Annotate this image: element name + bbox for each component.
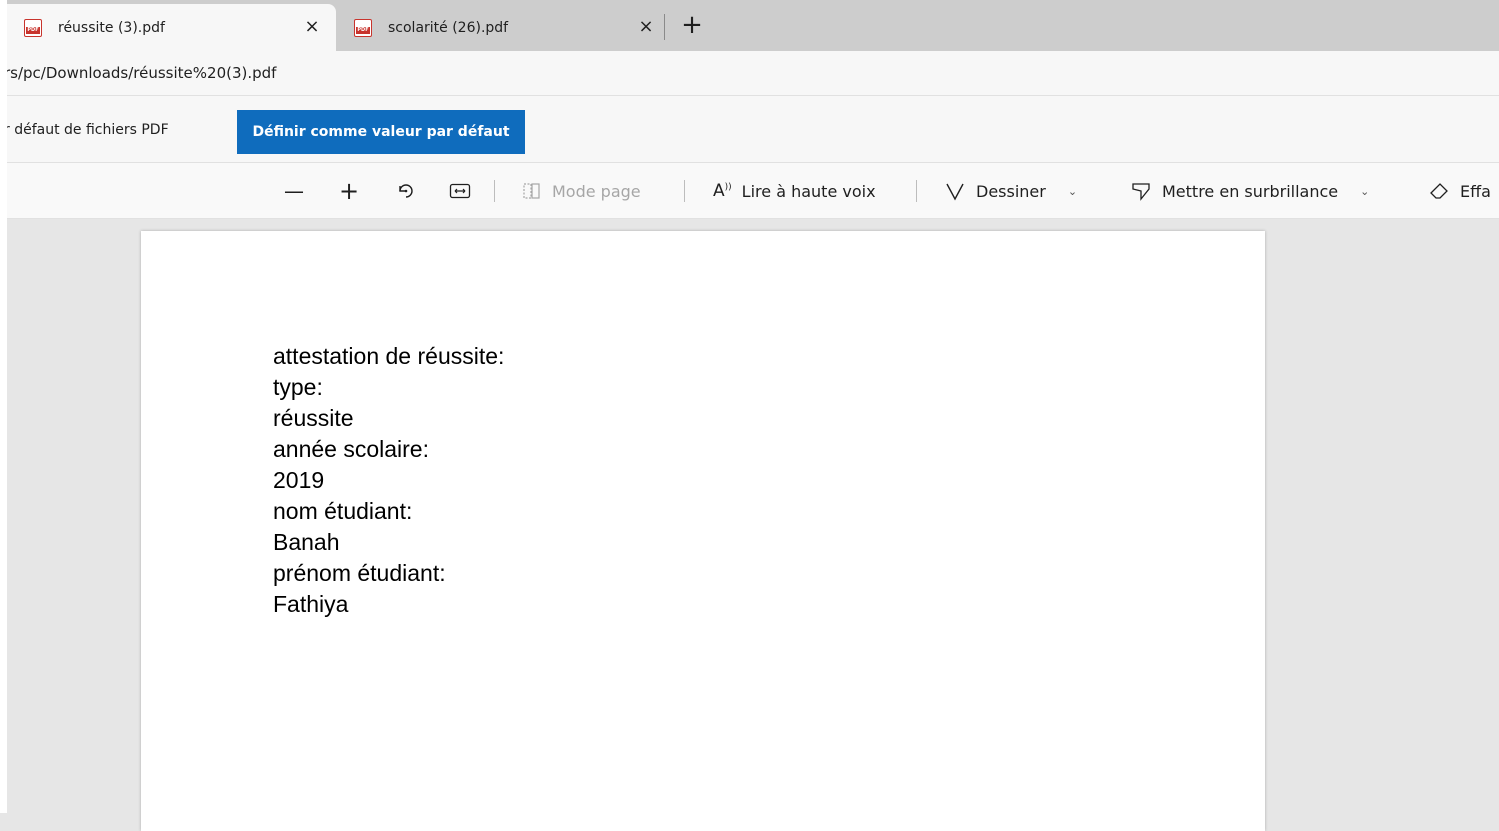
default-pdf-infobar: r défaut de fichiers PDF Définir comme v… [0, 96, 1499, 163]
page-mode-button[interactable]: Mode page [522, 163, 641, 219]
minus-icon: — [284, 179, 304, 203]
read-aloud-icon: A)) [713, 181, 732, 201]
infobar-message: r défaut de fichiers PDF [4, 122, 169, 138]
pdf-page: attestation de réussite: type: réussite … [141, 231, 1265, 831]
doc-line: année scolaire: [273, 436, 429, 462]
chevron-down-icon[interactable]: ⌄ [1068, 185, 1077, 198]
read-aloud-button[interactable]: A)) Lire à haute voix [713, 163, 876, 219]
rotate-button[interactable] [396, 163, 416, 219]
read-aloud-label: Lire à haute voix [741, 181, 876, 201]
set-default-button[interactable]: Définir comme valeur par défaut [237, 110, 525, 154]
doc-line: Banah [273, 529, 340, 555]
doc-line: nom étudiant: [273, 498, 413, 524]
close-icon[interactable]: × [302, 16, 322, 37]
doc-line: prénom étudiant: [273, 560, 446, 586]
doc-line: réussite [273, 405, 354, 431]
page-mode-icon [523, 183, 540, 199]
doc-line: 2019 [273, 467, 325, 493]
doc-line: type: [273, 374, 323, 400]
doc-line-heading: attestation de réussite: [273, 343, 505, 369]
erase-label: Effa [1460, 181, 1491, 201]
zoom-in-button[interactable]: + [339, 163, 359, 219]
eraser-icon [1430, 183, 1448, 199]
tab-scolarite[interactable]: scolarité (26).pdf × [340, 4, 670, 51]
tab-divider [664, 14, 665, 40]
zoom-out-button[interactable]: — [284, 163, 304, 219]
page-mode-label: Mode page [552, 181, 641, 201]
toolbar-divider [916, 163, 917, 219]
doc-line: Fathiya [273, 591, 349, 617]
close-icon[interactable]: × [636, 16, 656, 37]
toolbar-divider [684, 163, 685, 219]
new-tab-button[interactable]: + [680, 10, 704, 40]
rotate-icon [399, 184, 413, 198]
highlighter-icon [1132, 183, 1150, 201]
chevron-down-icon[interactable]: ⌄ [1360, 185, 1369, 198]
draw-pen-icon [946, 183, 964, 201]
erase-button[interactable]: Effa [1428, 163, 1491, 219]
fit-width-icon [449, 183, 471, 199]
pdf-file-icon [354, 18, 372, 37]
document-content: attestation de réussite: type: réussite … [273, 341, 504, 620]
draw-label: Dessiner [976, 181, 1046, 201]
tab-title: réussite (3).pdf [58, 19, 165, 36]
address-bar[interactable]: rs/pc/Downloads/réussite%20(3).pdf [0, 51, 1499, 96]
tab-title: scolarité (26).pdf [388, 19, 509, 36]
plus-icon: + [339, 177, 360, 205]
pdf-toolbar: — + Mode page A)) Lire à haute voix Dess… [0, 163, 1499, 219]
highlight-button[interactable]: Mettre en surbrillance ⌄ [1130, 163, 1369, 219]
tab-strip: réussite (3).pdf × scolarité (26).pdf × … [0, 0, 1499, 51]
highlight-label: Mettre en surbrillance [1162, 181, 1339, 201]
url-text[interactable]: rs/pc/Downloads/réussite%20(3).pdf [4, 64, 276, 82]
window-left-edge [0, 0, 7, 813]
draw-button[interactable]: Dessiner ⌄ [944, 163, 1077, 219]
pdf-file-icon [24, 18, 42, 37]
toolbar-divider [494, 163, 495, 219]
fit-width-button[interactable] [449, 163, 471, 219]
tab-reussite[interactable]: réussite (3).pdf × [0, 4, 336, 51]
